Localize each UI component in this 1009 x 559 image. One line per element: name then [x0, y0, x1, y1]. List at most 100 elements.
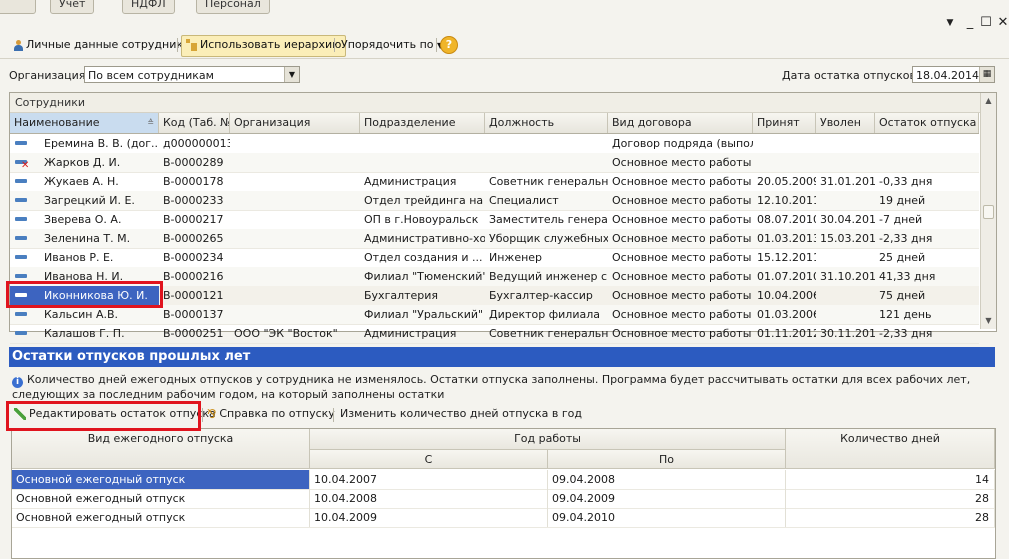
- table-row[interactable]: Загрецкий И. Е. В-0000233 Отдел трейдинга …: [10, 191, 979, 211]
- cell-contract-text: Основное место работы: [612, 194, 752, 207]
- cell-fired: [816, 134, 875, 153]
- column-header-department[interactable]: Подразделение: [360, 113, 485, 133]
- header-leave-kind[interactable]: Вид ежегодного отпуска: [12, 429, 310, 469]
- past-leave-info-text: Количество дней ежегодных отпусков у сот…: [12, 373, 971, 401]
- cell-contract: Основное место работы: [608, 305, 753, 324]
- table-row[interactable]: Основной ежегодный отпуск 10.04.2008 09.04…: [12, 489, 995, 509]
- table-row[interactable]: Иконникова Ю. И. В-0000121 Бухгалтерия Бухг…: [10, 286, 979, 306]
- table-row[interactable]: Иванова Н. И. В-0000216 Филиал "Тюменский"…: [10, 267, 979, 287]
- table-row[interactable]: Основной ежегодный отпуск 10.04.2007 09.04…: [12, 470, 995, 490]
- employees-scrollbar[interactable]: ▲ ▼: [980, 93, 996, 329]
- organization-select[interactable]: По всем сотрудникам ▼: [84, 66, 300, 83]
- cell-name: Зеленина Т. М.: [10, 229, 159, 248]
- cell-department: [360, 153, 485, 172]
- tab-uchet[interactable]: Учет: [50, 0, 95, 14]
- cell-hired-text: 20.05.2009: [757, 175, 816, 188]
- column-header-balance[interactable]: Остаток отпуска: [875, 113, 979, 133]
- scroll-up-icon[interactable]: ▲: [983, 95, 994, 106]
- cell-code-text: В-0000178: [163, 175, 224, 188]
- cell-position: Советник генеральн...: [485, 172, 608, 191]
- cell-name-text: Зеленина Т. М.: [44, 232, 131, 245]
- cell-name-text: Загрецкий И. Е.: [44, 194, 135, 207]
- cell-fired: 31.01.2010: [816, 172, 875, 191]
- close-icon[interactable]: ✕: [995, 16, 1009, 30]
- cell-fired: [816, 248, 875, 267]
- column-header-position[interactable]: Должность: [485, 113, 608, 133]
- edit-leave-balance-label: Редактировать остаток отпуска: [29, 407, 216, 420]
- header-from[interactable]: С: [310, 450, 548, 469]
- cell-fired: 30.04.2011: [816, 210, 875, 229]
- cell-department: ОП в г.Новоуральск: [360, 210, 485, 229]
- change-leave-days-button[interactable]: Изменить количество дней отпуска в год: [340, 404, 582, 424]
- top-tab-strip: Учет НДФЛ Персонал: [0, 0, 1009, 15]
- header-work-year[interactable]: Год работы: [310, 429, 786, 450]
- header-to[interactable]: По: [548, 450, 786, 469]
- cell-name-text: Иконникова Ю. И.: [44, 289, 148, 302]
- cell-balance: 75 дней: [875, 286, 979, 305]
- cell-balance-text: 75 дней: [879, 289, 926, 302]
- order-by-button[interactable]: Упорядочить по ▼: [337, 35, 447, 55]
- cell-balance-text: -7 дней: [879, 213, 923, 226]
- employee-icon: [15, 331, 27, 335]
- table-row[interactable]: Калашов Г. П. В-0000251 ООО "ЭК "Восток" Ад…: [10, 324, 979, 344]
- toolbar-separator: [333, 408, 334, 422]
- column-header-contract[interactable]: Вид договора: [608, 113, 753, 133]
- column-header-name[interactable]: Наименование ≙: [10, 113, 159, 133]
- column-header-hired[interactable]: Принят: [753, 113, 816, 133]
- table-row[interactable]: Кальсин А.В. В-0000137 Филиал "Уральский" Д…: [10, 305, 979, 325]
- cell-contract-text: Основное место работы: [612, 251, 752, 264]
- table-row[interactable]: Еремина В. В. (дог.... д000000013 Договор …: [10, 134, 979, 154]
- cell-name: Кальсин А.В.: [10, 305, 159, 324]
- cell-name: Еремина В. В. (дог....: [10, 134, 159, 153]
- cell-fired: [816, 153, 875, 172]
- header-days[interactable]: Количество дней: [786, 429, 995, 469]
- table-row[interactable]: Жукаев А. Н. В-0000178 Администрация Советн…: [10, 172, 979, 192]
- cell-position: Советник генеральн...: [485, 324, 608, 343]
- cell-hired: [753, 134, 816, 153]
- personal-data-button[interactable]: Личные данные сотрудника: [10, 35, 194, 55]
- leave-date-field[interactable]: 18.04.2014 ▦: [912, 66, 995, 83]
- tab-personnel[interactable]: Персонал: [196, 0, 270, 14]
- cell-department-text: Отдел создания и ...: [364, 251, 483, 264]
- employee-icon: [15, 293, 27, 297]
- cell-to: 09.04.2010: [548, 508, 786, 527]
- table-row[interactable]: Основной ежегодный отпуск 10.04.2009 09.04…: [12, 508, 995, 528]
- cell-fired: 15.03.2013: [816, 229, 875, 248]
- header-label: Вид ежегодного отпуска: [87, 432, 234, 445]
- cell-hired: 12.10.2011: [753, 191, 816, 210]
- column-header-code[interactable]: Код (Таб. №): [159, 113, 230, 133]
- cell-code-text: В-0000216: [163, 270, 224, 283]
- scroll-thumb[interactable]: [983, 205, 994, 219]
- calendar-icon[interactable]: ▦: [979, 67, 994, 82]
- table-row[interactable]: Зеленина Т. М. В-0000265 Административно-х…: [10, 229, 979, 249]
- table-row[interactable]: ✕ Жарков Д. И. В-0000289 Основное место раб…: [10, 153, 979, 173]
- leave-help-button[interactable]: ⅋ Справка по отпуску: [207, 404, 335, 424]
- scroll-down-icon[interactable]: ▼: [983, 315, 994, 326]
- table-row[interactable]: Иванов Р. Е. В-0000234 Отдел создания и ..…: [10, 248, 979, 268]
- tab-label: НДФЛ: [131, 0, 166, 10]
- column-header-fired[interactable]: Уволен: [816, 113, 875, 133]
- organization-value: По всем сотрудникам: [88, 69, 214, 82]
- tab-ndfl[interactable]: НДФЛ: [122, 0, 175, 14]
- cell-name: Жукаев А. Н.: [10, 172, 159, 191]
- cell-contract-text: Договор подряда (выпол...: [612, 137, 753, 150]
- cell-hired-text: 15.12.2011: [757, 251, 816, 264]
- cell-organization: [230, 172, 360, 191]
- tab-hidden-left[interactable]: [0, 0, 36, 14]
- column-header-label: Подразделение: [364, 116, 456, 129]
- table-row[interactable]: Зверева О. А. В-0000217 ОП в г.Новоуральск…: [10, 210, 979, 230]
- edit-leave-balance-button[interactable]: Редактировать остаток отпуска: [14, 404, 216, 424]
- column-header-label: Наименование: [14, 116, 100, 129]
- cell-organization: [230, 248, 360, 267]
- minimize-icon[interactable]: _: [962, 16, 978, 30]
- cell-leave-kind: Основной ежегодный отпуск: [12, 508, 310, 527]
- column-header-organization[interactable]: Организация: [230, 113, 360, 133]
- maximize-icon[interactable]: ☐: [978, 16, 994, 30]
- window-menu-icon[interactable]: ▼: [942, 16, 958, 30]
- help-button[interactable]: ?: [440, 36, 458, 56]
- header-label: По: [658, 453, 674, 466]
- dropdown-arrow-icon[interactable]: ▼: [284, 67, 299, 82]
- use-hierarchy-button[interactable]: Использовать иерархию: [181, 35, 347, 57]
- cell-name: Иконникова Ю. И.: [10, 286, 159, 305]
- cell-position-text: Заместитель генера...: [489, 213, 608, 226]
